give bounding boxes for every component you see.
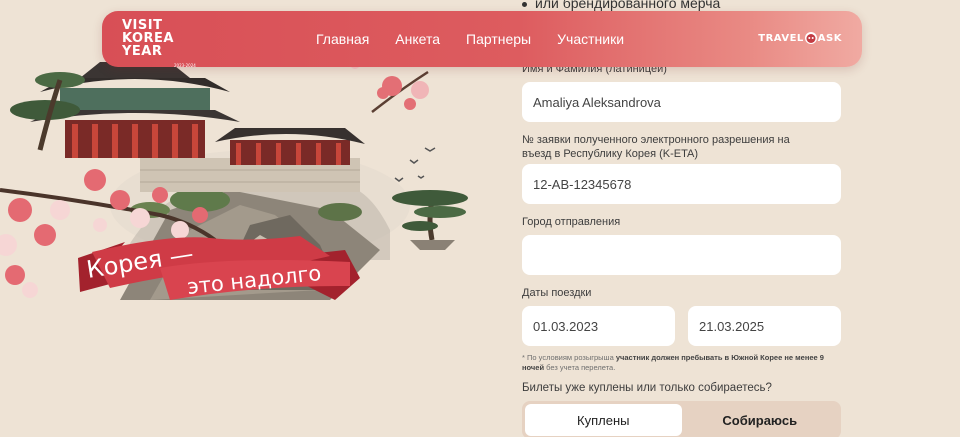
visit-korea-year-logo[interactable]: VISIT KOREA YEAR 2023-2024: [122, 19, 196, 68]
mask-icon: [804, 32, 817, 44]
dates-label: Даты поездки: [522, 287, 592, 299]
terms-note: * По условиям розыгрыша участник должен …: [522, 353, 842, 372]
tickets-question: Билеты уже куплены или только собираетес…: [522, 382, 772, 394]
brand-right: ASK: [817, 32, 842, 44]
nav-link-participants[interactable]: Участники: [557, 31, 624, 47]
city-label: Город отправления: [522, 216, 621, 228]
keta-label-line1: № заявки полученного электронного разреш…: [522, 134, 790, 146]
date-from-input[interactable]: [522, 306, 675, 346]
keta-number-input[interactable]: [522, 164, 841, 204]
prize-bullet-text: или брендированного мерча: [535, 0, 721, 11]
keta-label-line2: въезд в Республику Корея (K-ETA): [522, 148, 698, 160]
departure-city-input[interactable]: [522, 235, 841, 275]
keta-label: № заявки полученного электронного разреш…: [522, 133, 790, 161]
option-planning-button[interactable]: Собираюсь: [682, 404, 839, 436]
site-header: VISIT KOREA YEAR 2023-2024 Главная Анкет…: [102, 11, 862, 68]
nav-link-survey[interactable]: Анкета: [395, 31, 440, 47]
note-part1: * По условиям розыгрыша: [522, 353, 616, 362]
travelask-logo[interactable]: TRAVEL ASK: [758, 32, 842, 44]
note-part2: без учета перелета.: [544, 362, 616, 372]
nav-link-home[interactable]: Главная: [316, 31, 369, 47]
brand-left: TRAVEL: [758, 32, 804, 44]
bullet-icon: [522, 1, 527, 7]
date-to-input[interactable]: [688, 306, 841, 346]
prize-bullet: или брендированного мерча: [522, 0, 720, 11]
main-nav: Главная Анкета Партнеры Участники: [316, 11, 624, 67]
name-input[interactable]: [522, 82, 841, 122]
option-bought-button[interactable]: Куплены: [525, 404, 682, 436]
tickets-toggle: Куплены Собираюсь: [522, 401, 841, 437]
nav-link-partners[interactable]: Партнеры: [466, 31, 531, 47]
logo-line3: YEAR: [122, 44, 163, 59]
logo-years: 2023-2024: [174, 63, 196, 68]
